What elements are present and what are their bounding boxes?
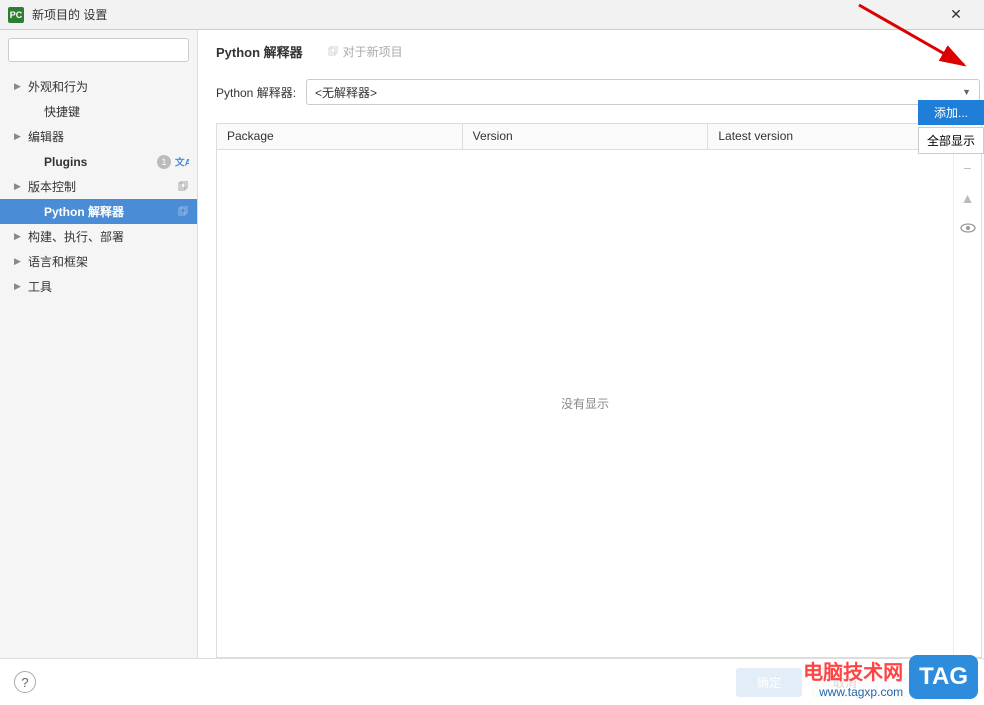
table-header: Package Version Latest version — [217, 124, 953, 150]
copy-icon — [177, 206, 189, 218]
subtitle-text: 对于新项目 — [343, 43, 403, 60]
sidebar-item[interactable]: ▶ 构建、执行、部署 — [0, 224, 197, 249]
badge-count: 1 — [157, 155, 171, 169]
sidebar-item-label: Plugins — [44, 155, 157, 169]
svg-text:文A: 文A — [175, 156, 189, 168]
sidebar-item-label: 编辑器 — [28, 128, 189, 145]
sidebar-item[interactable]: ▶ 语言和框架 — [0, 249, 197, 274]
search-input[interactable] — [8, 38, 189, 62]
table-empty: 没有显示 — [217, 150, 953, 657]
table-toolbar: + − ▲ — [953, 124, 981, 657]
window-title: 新项目的 设置 — [32, 6, 107, 23]
interpreter-menu: 添加... 全部显示 — [918, 100, 984, 154]
chevron-right-icon: ▶ — [14, 256, 24, 267]
copy-icon — [327, 46, 339, 58]
titlebar: PC 新项目的 设置 ✕ — [0, 0, 984, 30]
show-all-button[interactable]: 全部显示 — [918, 127, 984, 154]
col-package[interactable]: Package — [217, 124, 463, 149]
content-panel: Python 解释器 对于新项目 Python 解释器: <无解释器> ▼ 添加… — [198, 30, 984, 658]
sidebar-item[interactable]: Plugins1 文A — [0, 149, 197, 174]
sidebar-item[interactable]: ▶ 版本控制 — [0, 174, 197, 199]
dialog-footer: ? 确定 取消 应用(A) — [0, 658, 984, 705]
chevron-right-icon: ▶ — [14, 231, 24, 242]
copy-icon — [177, 181, 189, 193]
help-button[interactable]: ? — [14, 671, 36, 693]
app-icon: PC — [8, 7, 24, 23]
sidebar-item[interactable]: Python 解释器 — [0, 199, 197, 224]
interpreter-select[interactable]: <无解释器> ▼ — [306, 79, 980, 105]
sidebar-item[interactable]: ▶ 工具 — [0, 274, 197, 299]
sidebar-item-label: 工具 — [28, 278, 189, 295]
chevron-right-icon: ▶ — [14, 131, 24, 142]
chevron-right-icon: ▶ — [14, 81, 24, 92]
sidebar-item[interactable]: 快捷键 — [0, 99, 197, 124]
cancel-button[interactable]: 取消 — [812, 668, 878, 697]
sidebar: ▶ 外观和行为快捷键 ▶ 编辑器 Plugins1 文A ▶ 版本控制 Python 解释器 ▶ 构… — [0, 30, 198, 658]
language-icon: 文A — [175, 155, 189, 169]
settings-tree: ▶ 外观和行为快捷键 ▶ 编辑器 Plugins1 文A ▶ 版本控制 Python 解释器 ▶ 构… — [0, 70, 197, 658]
chevron-right-icon: ▶ — [14, 181, 24, 192]
sidebar-item-label: 外观和行为 — [28, 78, 189, 95]
apply-button[interactable]: 应用(A) — [888, 668, 970, 697]
remove-package-button[interactable]: − — [960, 160, 976, 176]
col-version[interactable]: Version — [463, 124, 709, 149]
upgrade-package-button[interactable]: ▲ — [960, 190, 976, 206]
sidebar-item-label: 快捷键 — [44, 103, 189, 120]
sidebar-item[interactable]: ▶ 编辑器 — [0, 124, 197, 149]
packages-table: Package Version Latest version 没有显示 + − … — [216, 123, 982, 658]
col-latest[interactable]: Latest version — [708, 124, 953, 149]
page-subtitle: 对于新项目 — [327, 43, 403, 60]
ok-button[interactable]: 确定 — [736, 668, 802, 697]
add-interpreter-button[interactable]: 添加... — [918, 100, 984, 125]
chevron-down-icon: ▼ — [962, 87, 971, 97]
page-title: Python 解释器 — [216, 42, 303, 61]
sidebar-item-label: 构建、执行、部署 — [28, 228, 189, 245]
sidebar-item[interactable]: ▶ 外观和行为 — [0, 74, 197, 99]
sidebar-item-label: 语言和框架 — [28, 253, 189, 270]
interpreter-value: <无解释器> — [315, 84, 377, 101]
sidebar-item-label: Python 解释器 — [44, 203, 177, 220]
eye-icon[interactable] — [960, 220, 976, 236]
chevron-right-icon: ▶ — [14, 281, 24, 292]
sidebar-item-label: 版本控制 — [28, 178, 177, 195]
close-button[interactable]: ✕ — [936, 0, 976, 30]
interpreter-label: Python 解释器: — [216, 84, 296, 101]
